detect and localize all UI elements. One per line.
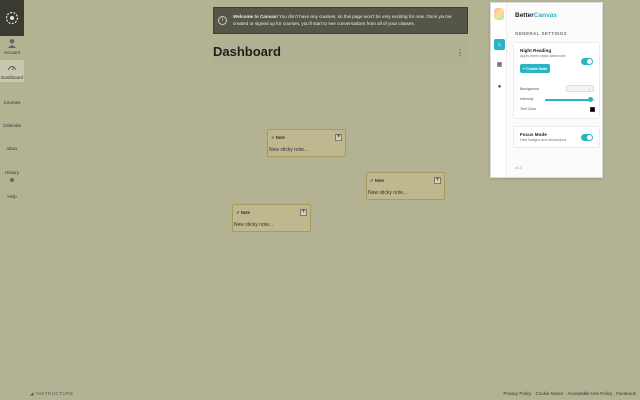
palette-icon: ● <box>497 83 502 90</box>
pencil-icon: ✐ <box>236 209 240 215</box>
canvas-logo-icon <box>5 11 19 25</box>
help-icon <box>7 182 17 192</box>
footer-link-cookie[interactable]: Cookie Notice <box>535 391 563 396</box>
nav-label-calendar: Calendar <box>2 123 22 128</box>
dashboard-options-icon[interactable]: ⋮ <box>456 48 464 57</box>
focus-mode-toggle[interactable] <box>581 134 593 141</box>
nav-label-courses: Courses <box>3 100 21 105</box>
note-title: ✐ Note <box>271 134 285 140</box>
nav-label-dashboard: Dashboard <box>0 75 23 80</box>
nav-item-account[interactable]: Account <box>0 38 24 55</box>
nav-label-history: History <box>4 170 19 175</box>
footer-link-privacy[interactable]: Privacy Policy <box>503 391 531 396</box>
focus-mode-card: Focus Mode Hide badges and distractions <box>513 126 600 148</box>
nav-item-calendar[interactable]: Calendar <box>0 111 24 128</box>
chevron-down-icon: ⌄ <box>587 86 591 91</box>
focus-mode-title: Focus Mode <box>520 132 547 137</box>
pencil-icon: ✐ <box>370 177 374 183</box>
focus-mode-subtitle: Hide badges and distractions <box>520 138 567 142</box>
nav-item-courses[interactable]: Courses <box>0 88 24 105</box>
pencil-icon: ✐ <box>271 134 275 140</box>
home-tab-button[interactable]: ⌂ <box>494 39 505 50</box>
nav-label-account: Account <box>3 50 21 55</box>
add-note-button[interactable]: + <box>434 176 441 184</box>
user-avatar-icon <box>7 38 17 48</box>
night-reading-card: Night Reading Apply warm sepia darkmode … <box>513 42 600 119</box>
background-select[interactable]: ⌄ <box>566 85 594 92</box>
section-label: GENERAL SETTINGS <box>515 31 568 36</box>
background-label: Background <box>520 87 540 91</box>
inbox-icon <box>7 134 17 144</box>
night-reading-subtitle: Apply warm sepia darkmode <box>520 54 566 58</box>
add-note-button[interactable]: + <box>335 133 342 141</box>
page-title: Dashboard <box>213 44 281 59</box>
theme-tab-button[interactable]: ● <box>494 81 505 92</box>
intensity-slider-thumb[interactable] <box>587 97 593 102</box>
night-reading-toggle[interactable] <box>581 58 593 65</box>
note-title: ✐ Note <box>236 209 250 215</box>
note-header: ✐ Note + <box>233 205 310 219</box>
banner-title: Welcome to Canvas! <box>233 14 278 19</box>
panel-title-part2: Canvas <box>533 12 557 19</box>
create-note-button[interactable]: + Create Note <box>520 64 550 73</box>
text-color-label: Text Color <box>520 107 537 111</box>
banner-message: Welcome to Canvas! You don't have any co… <box>233 14 467 27</box>
home-icon: ⌂ <box>497 41 502 48</box>
courses-icon <box>7 88 17 98</box>
note-body[interactable]: New sticky note... <box>367 190 444 196</box>
grid-icon: ▦ <box>496 62 503 68</box>
sticky-note[interactable]: ✐ Note + New sticky note... <box>232 204 311 232</box>
nav-item-history[interactable]: History <box>0 158 24 182</box>
better-canvas-logo-icon <box>494 8 504 20</box>
history-icon <box>7 158 17 168</box>
note-title: ✐ Note <box>370 177 384 183</box>
nav-item-help[interactable]: Help <box>0 182 24 199</box>
footer-links: Privacy Policy Cookie Notice Acceptable … <box>503 391 636 396</box>
night-reading-title: Night Reading <box>520 48 552 53</box>
panel-title: BetterCanvas <box>515 12 557 19</box>
calendar-icon <box>7 111 17 121</box>
global-nav: Account Dashboard Courses Calendar Inbox… <box>0 0 24 400</box>
note-body[interactable]: New sticky note... <box>233 222 310 228</box>
better-canvas-panel: ⌂ ▦ ● BetterCanvas GENERAL SETTINGS Nigh… <box>490 2 603 178</box>
dashboard-header: Dashboard ⋮ <box>213 40 468 64</box>
version-label: v1.0 <box>515 166 522 170</box>
text-color-swatch[interactable] <box>590 107 595 112</box>
intensity-label: Intensity <box>520 97 534 101</box>
nav-item-dashboard[interactable]: Dashboard <box>0 60 24 82</box>
note-header: ✐ Note + <box>268 130 345 144</box>
nav-label-inbox: Inbox <box>6 146 18 151</box>
canvas-logo[interactable] <box>0 0 24 36</box>
note-body[interactable]: New sticky note... <box>268 147 345 153</box>
intensity-slider-fill <box>545 99 590 101</box>
instructure-brand[interactable]: ◢ INSTRUCTURE <box>30 391 73 397</box>
panel-title-part1: Better <box>515 12 534 19</box>
instructure-label: INSTRUCTURE <box>35 391 74 396</box>
sticky-note[interactable]: ✐ Note + New sticky note... <box>366 172 445 200</box>
add-note-button[interactable]: + <box>300 208 307 216</box>
footer-link-facebook[interactable]: Facebook <box>616 391 636 396</box>
sticky-note[interactable]: ✐ Note + New sticky note... <box>267 129 346 157</box>
intensity-slider[interactable] <box>545 97 595 102</box>
dashboard-icon <box>7 63 17 73</box>
info-icon: i <box>218 16 227 25</box>
welcome-banner: i Welcome to Canvas! You don't have any … <box>213 7 468 34</box>
nav-item-inbox[interactable]: Inbox <box>0 134 24 151</box>
note-header: ✐ Note + <box>367 173 444 187</box>
nav-label-help: Help <box>7 194 17 199</box>
panel-rail: ⌂ ▦ ● <box>491 3 507 177</box>
footer-link-acceptable-use[interactable]: Acceptable Use Policy <box>567 391 612 396</box>
apps-tab-button[interactable]: ▦ <box>494 59 505 70</box>
